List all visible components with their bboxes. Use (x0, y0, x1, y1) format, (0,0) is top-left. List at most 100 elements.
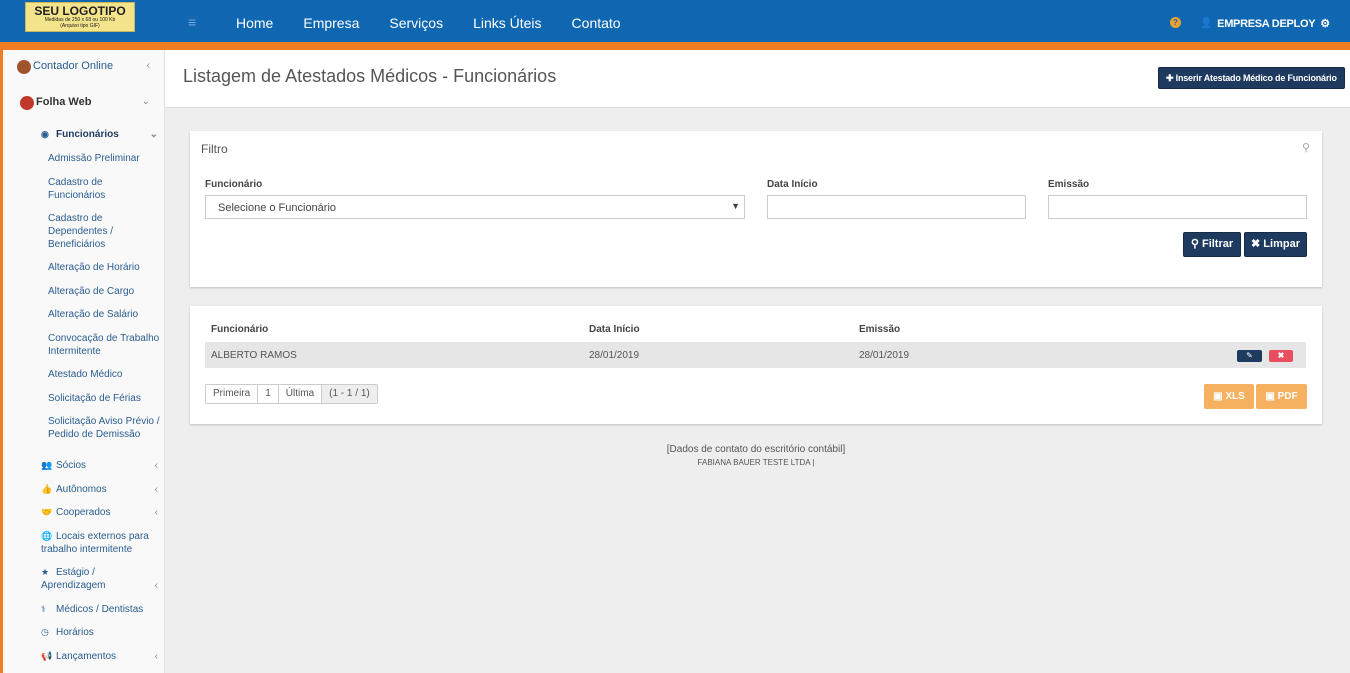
sidebar-item-funcionarios[interactable]: ◉ Funcionários ⌄ (41, 128, 164, 141)
filtrar-button[interactable]: ⚲ Filtrar (1183, 232, 1241, 257)
logo[interactable]: SEU LOGOTIPO Medidas de 250 x 68 ou 100 … (25, 2, 135, 32)
chevron-left-icon: ‹ (154, 580, 158, 591)
search-icon: ⚲ (1190, 238, 1199, 250)
export-xls-button[interactable]: ▣ XLS (1204, 384, 1254, 409)
sidebar-sub-cadastro-func[interactable]: Cadastro de Funcionários (48, 176, 128, 202)
file-excel-icon: ▣ (1213, 391, 1223, 402)
file-pdf-icon: ▣ (1265, 391, 1275, 402)
sidebar-item-label: Lançamentos (56, 651, 117, 662)
page-header: Listagem de Atestados Médicos - Funcioná… (165, 50, 1350, 108)
cell-funcionario: ALBERTO RAMOS (211, 350, 297, 361)
user-plus-icon: 👥 (41, 460, 53, 470)
sidebar-item-lancamentos[interactable]: 📢 Lançamentos ‹ (41, 650, 164, 663)
filter-panel: Filtro ⚲ Funcionário Selecione o Funcion… (190, 131, 1322, 287)
sidebar-item-label: Funcionários (56, 129, 119, 140)
pencil-icon: ✎ (1246, 351, 1253, 360)
nav-empresa[interactable]: Empresa (303, 15, 359, 31)
filter-title: Filtro (201, 142, 228, 156)
nav-home[interactable]: Home (236, 15, 273, 31)
thumbs-up-icon: 👍 (41, 484, 53, 494)
data-inicio-label: Data Início (767, 179, 818, 190)
chevron-left-icon: ‹ (154, 460, 158, 471)
edit-button[interactable]: ✎ (1237, 350, 1262, 362)
table-row[interactable]: ALBERTO RAMOS 28/01/2019 28/01/2019 ✎ ✖ (205, 342, 1306, 368)
star-icon: ★ (41, 567, 50, 577)
user-circle-icon: ◉ (41, 129, 49, 139)
sidebar-sub-cadastro-dep[interactable]: Cadastro de Dependentes / Beneficiários (48, 212, 128, 251)
top-bar (0, 0, 1350, 46)
chevron-down-icon: ⌄ (149, 129, 158, 140)
globe-icon: 🌐 (41, 531, 53, 541)
sidebar-item-horarios[interactable]: ◷ Horários (41, 626, 164, 639)
sidebar-item-label: Cooperados (56, 507, 111, 518)
user-menu[interactable]: 👤 EMPRESA DEPLOY ⚙ (1200, 17, 1330, 31)
nav-links[interactable]: Links Úteis (473, 15, 541, 31)
folha-icon (20, 96, 34, 110)
insert-atestado-button[interactable]: ✚ Inserir Atestado Médico de Funcionário (1158, 67, 1345, 89)
funcionario-select[interactable]: Selecione o Funcionário ▼ (205, 195, 745, 219)
menu-toggle-icon[interactable]: ≡ (188, 14, 196, 30)
sidebar-item-label: Locais externos para trabalho intermiten… (41, 531, 149, 555)
page-title: Listagem de Atestados Médicos - Funcioná… (183, 66, 557, 86)
sidebar-item-contador[interactable]: Contador Online ‹ (17, 60, 164, 74)
delete-button[interactable]: ✖ (1269, 350, 1293, 362)
filtrar-label: Filtrar (1201, 238, 1234, 250)
chevron-left-icon: ‹ (154, 507, 158, 518)
chevron-left-icon: ‹ (154, 484, 158, 495)
gear-icon: ⚙ (1320, 18, 1330, 30)
chevron-left-icon: ‹ (146, 60, 150, 71)
sidebar-item-locais[interactable]: 🌐 Locais externos para trabalho intermite… (41, 530, 156, 556)
sidebar-item-label: Autônomos (56, 484, 107, 495)
limpar-button[interactable]: ✖ Limpar (1244, 232, 1307, 257)
caret-down-icon: ▼ (731, 201, 740, 211)
nav-contato[interactable]: Contato (572, 15, 621, 31)
chevron-down-icon: ⌄ (141, 96, 150, 107)
sidebar-item-autonomos[interactable]: 👍 Autônomos ‹ (41, 483, 164, 496)
sidebar-item-label: Sócios (56, 460, 87, 471)
sidebar-sub-alt-salario[interactable]: Alteração de Salário (48, 308, 164, 321)
search-icon[interactable]: ⚲ (1302, 141, 1310, 154)
user-name: EMPRESA DEPLOY (1217, 17, 1316, 30)
column-header-data-inicio[interactable]: Data Início (589, 324, 640, 335)
sidebar-item-medicos[interactable]: ⚕ Médicos / Dentistas (41, 603, 164, 616)
export-pdf-button[interactable]: ▣ PDF (1256, 384, 1307, 409)
footer-contact: [Dados de contato do escritório contábil… (666, 444, 846, 455)
sidebar-sub-alt-cargo[interactable]: Alteração de Cargo (48, 285, 164, 298)
pager-page-1[interactable]: 1 (258, 385, 279, 403)
limpar-label: Limpar (1263, 238, 1300, 250)
pagination: Primeira 1 Última (1 - 1 / 1) (205, 384, 378, 404)
bullhorn-icon: 📢 (41, 651, 53, 661)
pager-first[interactable]: Primeira (206, 385, 259, 403)
pager-last[interactable]: Última (278, 385, 323, 403)
sidebar-sub-convocacao[interactable]: Convocação de Trabalho Intermitente (48, 332, 164, 358)
funcionario-select-value: Selecione o Funcionário (218, 202, 337, 214)
sidebar-item-folha[interactable]: Folha Web ⌄ (20, 96, 164, 110)
funcionario-label: Funcionário (205, 179, 263, 190)
sidebar-item-cooperados[interactable]: 🤝 Cooperados ‹ (41, 506, 164, 519)
sidebar-sub-aviso[interactable]: Solicitação Aviso Prévio / Pedido de Dem… (48, 415, 160, 441)
emissao-label: Emissão (1048, 179, 1090, 190)
handshake-icon: 🤝 (41, 507, 53, 517)
sidebar-item-label: Contador Online (33, 60, 114, 72)
sidebar-item-estagio[interactable]: ★ Estágio / Aprendizagem ‹ (41, 566, 164, 592)
sidebar-item-label: Horários (56, 627, 94, 638)
sidebar: Contador Online ‹ Folha Web ⌄ ◉ Funcioná… (0, 50, 165, 673)
user-icon: 👤 (1200, 18, 1213, 29)
cell-data-inicio: 28/01/2019 (589, 350, 640, 361)
clock-icon: ◷ (41, 627, 49, 637)
footer-company: FABIANA BAUER TESTE LTDA | (697, 458, 815, 467)
sidebar-sub-atestado[interactable]: Atestado Médico (48, 368, 164, 381)
export-pdf-label: PDF (1277, 391, 1298, 402)
nav-servicos[interactable]: Serviços (389, 15, 443, 31)
emissao-input[interactable] (1048, 195, 1307, 219)
column-header-emissao[interactable]: Emissão (859, 324, 900, 335)
sidebar-item-socios[interactable]: 👥 Sócios ‹ (41, 459, 164, 472)
logo-sub-2: (Arquivo tipo GIF) (60, 23, 100, 29)
sidebar-sub-admissao[interactable]: Admissão Preliminar (48, 152, 164, 165)
column-header-funcionario[interactable]: Funcionário (211, 324, 268, 335)
sidebar-sub-ferias[interactable]: Solicitação de Férias (48, 392, 164, 405)
data-inicio-input[interactable] (767, 195, 1026, 219)
logo-title: SEU LOGOTIPO (34, 4, 126, 18)
help-icon[interactable]: ? (1170, 17, 1181, 28)
sidebar-sub-alt-horario[interactable]: Alteração de Horário (48, 261, 164, 274)
